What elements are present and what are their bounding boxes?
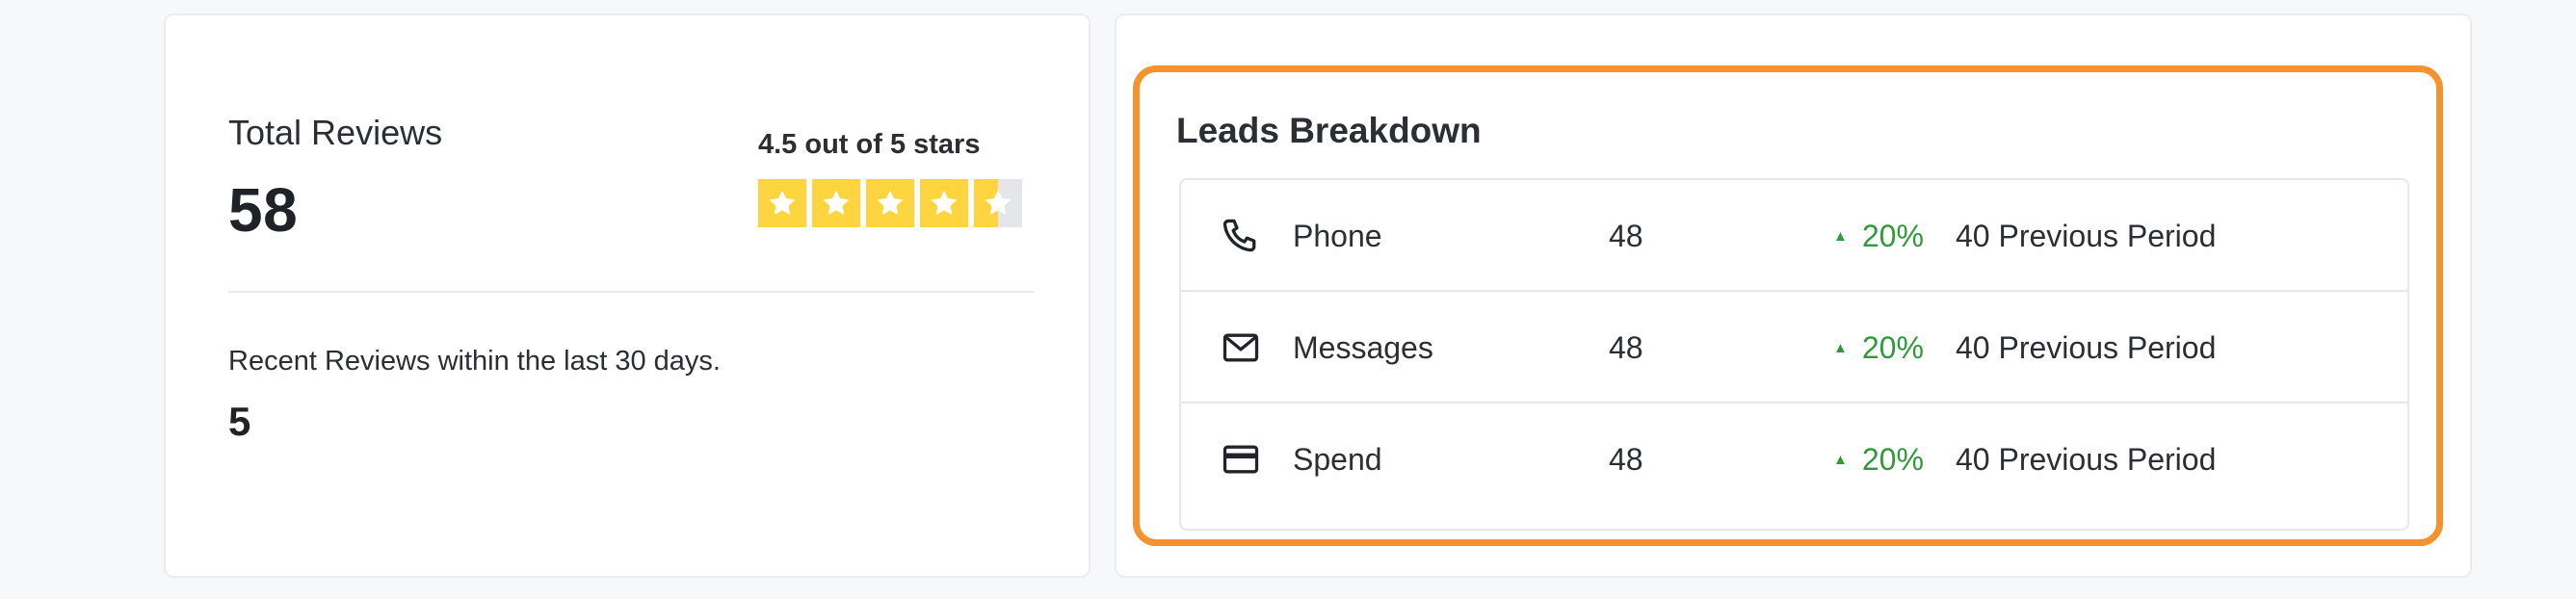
leads-row-count: 48 — [1609, 219, 1643, 253]
leads-row-change: ▲ 20% — [1833, 442, 1924, 478]
leads-row-messages: Messages 48 ▲ 20% 40 Previous Period — [1181, 292, 2407, 404]
leads-breakdown-card: Leads Breakdown Phone 48 ▲ 20% 40 Previo… — [1115, 13, 2472, 578]
leads-row-spend: Spend 48 ▲ 20% 40 Previous Period — [1181, 404, 2407, 515]
star-icon — [866, 179, 914, 227]
leads-row-label: Phone — [1293, 219, 1382, 253]
recent-reviews-value: 5 — [228, 399, 251, 444]
leads-breakdown-title: Leads Breakdown — [1176, 111, 1482, 150]
divider — [228, 291, 1034, 293]
total-reviews-value: 58 — [228, 175, 299, 245]
leads-row-label: Messages — [1293, 330, 1433, 365]
mail-icon — [1220, 326, 1262, 369]
rating-text: 4.5 out of 5 stars — [758, 129, 981, 160]
phone-icon — [1220, 215, 1262, 257]
change-percent: 20% — [1861, 330, 1924, 365]
leads-row-label: Spend — [1293, 442, 1382, 477]
star-icon — [812, 179, 860, 227]
leads-row-change: ▲ 20% — [1833, 219, 1924, 254]
caret-up-icon: ▲ — [1833, 228, 1848, 245]
total-reviews-label: Total Reviews — [228, 113, 443, 152]
caret-up-icon: ▲ — [1833, 340, 1848, 356]
leads-row-previous: 40 Previous Period — [1956, 330, 2217, 365]
star-rating — [758, 179, 1022, 227]
change-percent: 20% — [1861, 219, 1924, 253]
leads-table: Phone 48 ▲ 20% 40 Previous Period Messag… — [1179, 178, 2409, 531]
star-icon — [920, 179, 968, 227]
leads-row-change: ▲ 20% — [1833, 330, 1924, 366]
recent-reviews-label: Recent Reviews within the last 30 days. — [228, 346, 721, 377]
change-percent: 20% — [1861, 442, 1924, 477]
half-star-icon — [974, 179, 1022, 227]
leads-row-phone: Phone 48 ▲ 20% 40 Previous Period — [1181, 180, 2407, 292]
leads-row-count: 48 — [1609, 330, 1643, 365]
leads-row-previous: 40 Previous Period — [1956, 442, 2217, 477]
credit-card-icon — [1220, 438, 1262, 481]
caret-up-icon: ▲ — [1833, 452, 1848, 468]
leads-row-count: 48 — [1609, 442, 1643, 477]
reviews-card: Total Reviews 58 4.5 out of 5 stars Rece… — [164, 13, 1091, 578]
star-icon — [758, 179, 806, 227]
leads-row-previous: 40 Previous Period — [1956, 219, 2217, 253]
